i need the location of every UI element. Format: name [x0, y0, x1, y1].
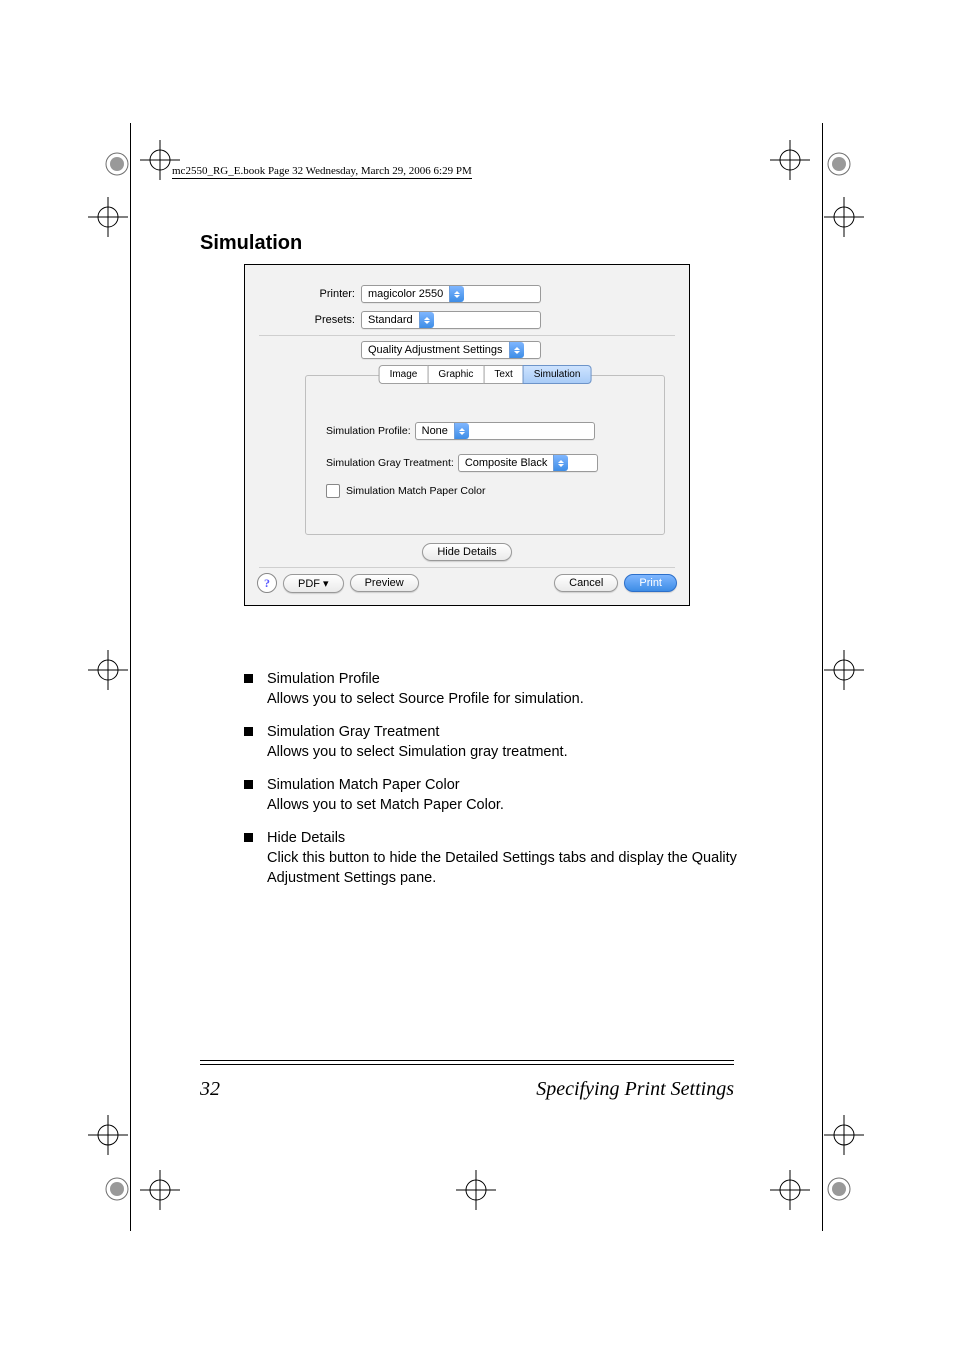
printer-select[interactable]: magicolor 2550 [361, 285, 541, 303]
crop-mark-icon [824, 1115, 864, 1155]
divider [259, 335, 675, 336]
crop-mark-icon [770, 140, 810, 180]
crop-mark-icon [88, 197, 128, 237]
frame-line [822, 123, 823, 1231]
print-dialog: Printer: magicolor 2550 Presets: Standar… [244, 264, 690, 606]
sim-gray-select[interactable]: Composite Black [458, 454, 598, 472]
bullet-title: Simulation Profile [267, 670, 744, 690]
list-item: Hide Details Click this button to hide t… [244, 829, 744, 888]
pdf-button[interactable]: PDF ▾ [283, 574, 344, 593]
presets-select[interactable]: Standard [361, 311, 541, 329]
list-item: Simulation Match Paper Color Allows you … [244, 776, 744, 815]
sim-match-checkbox[interactable] [326, 484, 340, 498]
register-mark-icon [103, 150, 131, 178]
crop-mark-icon [824, 197, 864, 237]
sim-gray-label: Simulation Gray Treatment: [326, 457, 454, 469]
dropdown-arrow-icon [454, 423, 469, 439]
tab-text[interactable]: Text [483, 365, 523, 384]
tab-simulation[interactable]: Simulation [523, 365, 592, 384]
list-item: Simulation Profile Allows you to select … [244, 670, 744, 709]
dropdown-arrow-icon [553, 455, 568, 471]
bullet-desc: Allows you to select Source Profile for … [267, 690, 744, 710]
dropdown-arrow-icon [509, 342, 524, 358]
bullet-square-icon [244, 727, 253, 736]
bullet-desc: Allows you to select Simulation gray tre… [267, 743, 744, 763]
tab-image[interactable]: Image [379, 365, 429, 384]
crop-mark-icon [88, 1115, 128, 1155]
pane-value: Quality Adjustment Settings [362, 342, 509, 358]
bullet-title: Simulation Gray Treatment [267, 723, 744, 743]
preview-button[interactable]: Preview [350, 574, 419, 592]
bullet-square-icon [244, 674, 253, 683]
hide-details-button[interactable]: Hide Details [422, 543, 511, 561]
print-button[interactable]: Print [624, 574, 677, 592]
sim-profile-value: None [416, 423, 454, 439]
footer-rule [200, 1060, 734, 1065]
dropdown-arrow-icon [419, 312, 434, 328]
help-icon[interactable]: ? [257, 573, 277, 593]
sim-gray-value: Composite Black [459, 455, 554, 471]
crop-mark-icon [140, 1170, 180, 1210]
printer-label: Printer: [299, 288, 355, 300]
settings-panel: Simulation Profile: None Simulation Gray… [305, 375, 665, 535]
bullet-list: Simulation Profile Allows you to select … [244, 670, 744, 902]
bullet-desc: Click this button to hide the Detailed S… [267, 849, 744, 888]
register-mark-icon [103, 1175, 131, 1203]
presets-label: Presets: [299, 314, 355, 326]
presets-value: Standard [362, 312, 419, 328]
book-header: mc2550_RG_E.book Page 32 Wednesday, Marc… [172, 165, 472, 179]
list-item: Simulation Gray Treatment Allows you to … [244, 723, 744, 762]
bullet-title: Hide Details [267, 829, 744, 849]
bullet-square-icon [244, 780, 253, 789]
pane-select[interactable]: Quality Adjustment Settings [361, 341, 541, 359]
settings-tabs: Image Graphic Text Simulation [379, 365, 592, 384]
crop-mark-icon [456, 1170, 496, 1210]
divider [259, 567, 675, 568]
crop-mark-icon [824, 650, 864, 690]
crop-mark-icon [770, 1170, 810, 1210]
sim-profile-select[interactable]: None [415, 422, 595, 440]
section-title: Simulation [200, 232, 302, 255]
printer-value: magicolor 2550 [362, 286, 449, 302]
cancel-button[interactable]: Cancel [554, 574, 618, 592]
register-mark-icon [825, 1175, 853, 1203]
dropdown-arrow-icon [449, 286, 464, 302]
bullet-desc: Allows you to set Match Paper Color. [267, 796, 744, 816]
crop-mark-icon [88, 650, 128, 690]
bullet-square-icon [244, 833, 253, 842]
page-number: 32 [200, 1078, 220, 1101]
sim-match-label: Simulation Match Paper Color [346, 485, 485, 497]
tab-graphic[interactable]: Graphic [427, 365, 484, 384]
footer-title: Specifying Print Settings [536, 1078, 734, 1101]
frame-line [130, 123, 131, 1231]
sim-profile-label: Simulation Profile: [326, 425, 411, 437]
register-mark-icon [825, 150, 853, 178]
bullet-title: Simulation Match Paper Color [267, 776, 744, 796]
